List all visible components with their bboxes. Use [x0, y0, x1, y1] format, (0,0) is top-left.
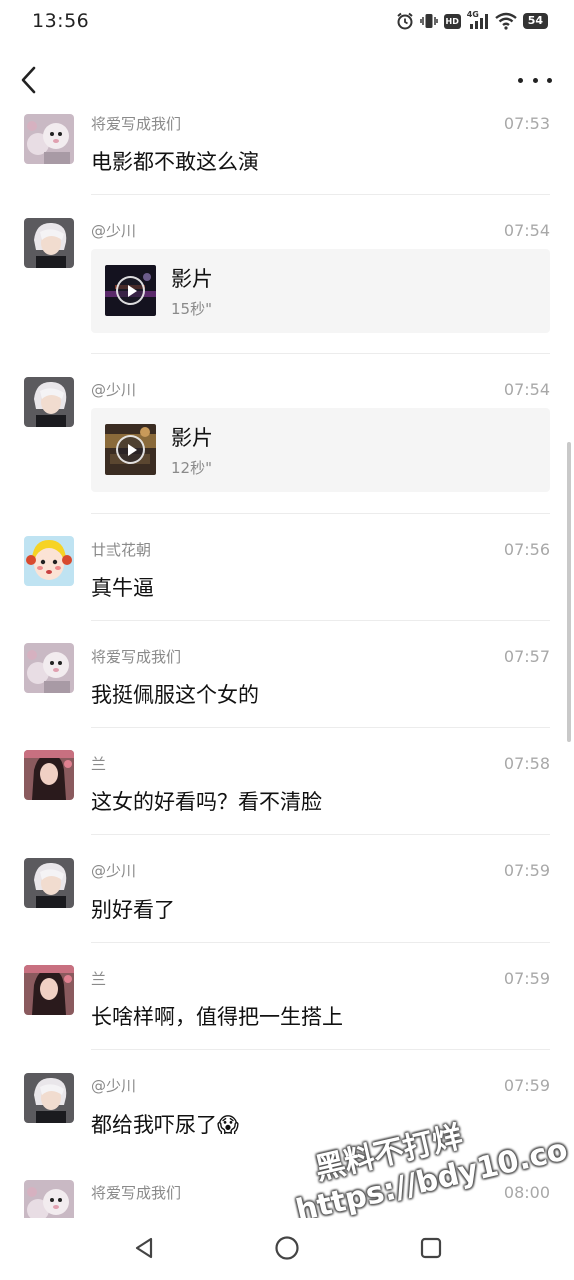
scrollbar[interactable] — [567, 442, 571, 742]
message-item: 兰 07:58 这女的好看吗？看不清脸 — [0, 728, 574, 835]
message-time: 07:56 — [503, 539, 550, 559]
sender-nickname[interactable]: 廿弎花朝 — [91, 539, 151, 560]
video-thumbnail — [105, 424, 156, 475]
sender-nickname[interactable]: 将爱写成我们 — [91, 113, 181, 134]
message-time: 07:54 — [503, 220, 550, 240]
sender-nickname[interactable]: @少川 — [91, 1075, 136, 1096]
message-time: 07:53 — [503, 113, 550, 133]
nav-home-circle-icon — [275, 1236, 299, 1260]
avatar-woman[interactable] — [24, 750, 74, 800]
nav-back-button[interactable] — [128, 1232, 160, 1264]
avatar-cat-toy[interactable] — [24, 643, 74, 693]
vibrate-icon — [419, 12, 438, 30]
video-duration: 12秒" — [171, 459, 212, 477]
message-text: 都给我吓尿了😱 — [91, 1113, 239, 1137]
video-thumbnail — [105, 265, 156, 316]
message-item: 将爱写成我们 08:00 — [0, 1158, 574, 1218]
video-title: 影片 — [171, 267, 213, 291]
message-item: @少川 07:59 别好看了 — [0, 835, 574, 943]
more-options-button[interactable] — [518, 68, 552, 92]
message-time: 08:00 — [503, 1182, 550, 1202]
4g-signal-icon: 4G — [467, 11, 489, 30]
avatar-cat-toy[interactable] — [24, 114, 74, 164]
message-item: @少川 07:59 都给我吓尿了😱 — [0, 1050, 574, 1158]
sender-nickname[interactable]: 将爱写成我们 — [91, 646, 181, 667]
message-text: 真牛逼 — [91, 576, 154, 600]
message-time: 07:59 — [503, 968, 550, 988]
status-time: 13:56 — [32, 10, 90, 32]
message-time: 07:59 — [503, 860, 550, 880]
more-dots-icon — [518, 77, 523, 83]
message-text: 长啥样啊，值得把一生搭上 — [91, 1005, 343, 1029]
system-nav-bar — [0, 1218, 574, 1280]
video-title: 影片 — [171, 426, 213, 450]
message-time: 07:59 — [503, 1075, 550, 1095]
chevron-left-icon — [21, 66, 36, 94]
message-text: 我挺佩服这个女的 — [91, 683, 259, 707]
avatar-cat-toy[interactable] — [24, 1180, 74, 1218]
chat-header — [0, 52, 574, 108]
play-icon — [116, 435, 145, 464]
back-button[interactable] — [14, 62, 46, 98]
avatar-woman[interactable] — [24, 965, 74, 1015]
avatar-cartoon-girl[interactable] — [24, 536, 74, 586]
video-duration: 15秒" — [171, 300, 212, 318]
sender-nickname[interactable]: @少川 — [91, 860, 136, 881]
sender-nickname[interactable]: @少川 — [91, 379, 136, 400]
video-card[interactable]: 影片 15秒" — [91, 249, 550, 333]
message-list[interactable]: 将爱写成我们 07:53 电影都不敢这么演 @少川 07:54 影片 15秒" — [0, 108, 574, 1218]
message-text: 这女的好看吗？看不清脸 — [91, 790, 322, 814]
message-item: 廿弎花朝 07:56 真牛逼 — [0, 514, 574, 621]
message-item: @少川 07:54 影片 12秒" — [0, 354, 574, 514]
nav-home-button[interactable] — [271, 1232, 303, 1264]
video-card[interactable]: 影片 12秒" — [91, 408, 550, 492]
nav-back-triangle-icon — [135, 1237, 153, 1259]
wifi-icon — [494, 12, 517, 30]
message-time: 07:58 — [503, 753, 550, 773]
sender-nickname[interactable]: @少川 — [91, 220, 136, 241]
battery-icon: 54 — [522, 13, 548, 29]
message-item: 将爱写成我们 07:53 电影都不敢这么演 — [0, 108, 574, 195]
avatar-white-hair[interactable] — [24, 218, 74, 268]
play-icon — [116, 276, 145, 305]
sender-nickname[interactable]: 兰 — [91, 968, 106, 989]
status-bar: 13:56 HD 4G 54 — [0, 0, 574, 44]
message-item: 将爱写成我们 07:57 我挺佩服这个女的 — [0, 621, 574, 728]
sender-nickname[interactable]: 兰 — [91, 753, 106, 774]
message-text: 电影都不敢这么演 — [91, 150, 259, 174]
message-time: 07:54 — [503, 379, 550, 399]
avatar-white-hair[interactable] — [24, 858, 74, 908]
nav-recents-button[interactable] — [415, 1232, 447, 1264]
alarm-icon — [396, 12, 414, 30]
message-time: 07:57 — [503, 646, 550, 666]
avatar-white-hair[interactable] — [24, 1073, 74, 1123]
message-text: 别好看了 — [91, 898, 175, 922]
message-item: 兰 07:59 长啥样啊，值得把一生搭上 — [0, 943, 574, 1050]
message-item: @少川 07:54 影片 15秒" — [0, 195, 574, 354]
nav-recents-square-icon — [420, 1237, 442, 1259]
status-icons: HD 4G 54 — [396, 11, 548, 30]
sender-nickname[interactable]: 将爱写成我们 — [91, 1182, 181, 1203]
avatar-white-hair[interactable] — [24, 377, 74, 427]
hd-icon: HD — [443, 13, 461, 29]
